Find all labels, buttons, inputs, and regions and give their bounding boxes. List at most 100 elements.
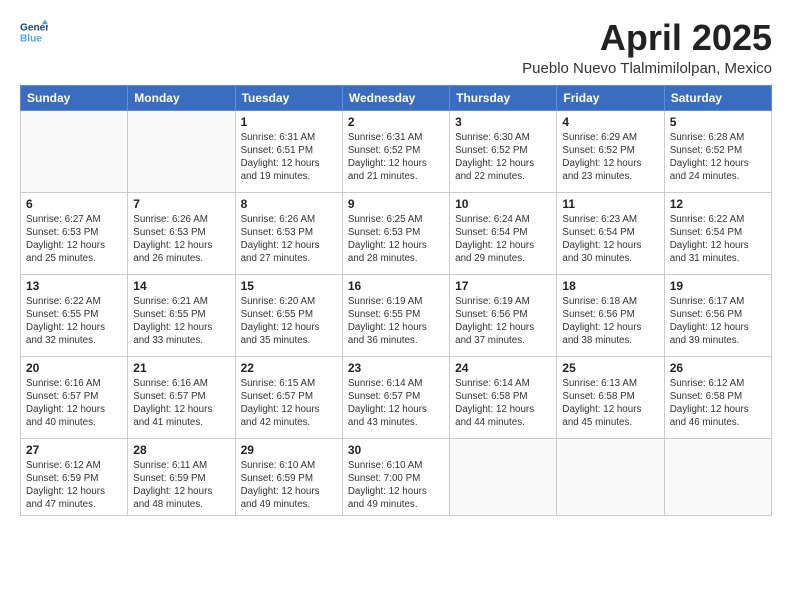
calendar-cell: 9 Sunrise: 6:25 AMSunset: 6:53 PMDaylight… — [342, 192, 449, 274]
day-number: 18 — [562, 279, 658, 293]
day-number: 19 — [670, 279, 766, 293]
day-number: 6 — [26, 197, 122, 211]
day-number: 8 — [241, 197, 337, 211]
weekday-header-wednesday: Wednesday — [342, 85, 449, 110]
day-number: 21 — [133, 361, 229, 375]
day-info: Sunrise: 6:26 AMSunset: 6:53 PMDaylight:… — [241, 213, 337, 266]
weekday-header-sunday: Sunday — [21, 85, 128, 110]
day-number: 3 — [455, 115, 551, 129]
day-number: 25 — [562, 361, 658, 375]
day-info: Sunrise: 6:11 AMSunset: 6:59 PMDaylight:… — [133, 459, 229, 512]
weekday-header-monday: Monday — [128, 85, 235, 110]
day-number: 10 — [455, 197, 551, 211]
week-row-3: 13 Sunrise: 6:22 AMSunset: 6:55 PMDayligh… — [21, 274, 772, 356]
day-number: 23 — [348, 361, 444, 375]
day-number: 24 — [455, 361, 551, 375]
calendar-cell: 11Sunrise: 6:23 AMSunset: 6:54 PMDayligh… — [557, 192, 664, 274]
day-number: 4 — [562, 115, 658, 129]
day-info: Sunrise: 6:30 AMSunset: 6:52 PMDaylight:… — [455, 131, 551, 184]
calendar-cell: 7 Sunrise: 6:26 AMSunset: 6:53 PMDaylight… — [128, 192, 235, 274]
day-info: Sunrise: 6:22 AMSunset: 6:54 PMDaylight:… — [670, 213, 766, 266]
calendar-cell: 26Sunrise: 6:12 AMSunset: 6:58 PMDayligh… — [664, 356, 771, 438]
svg-text:Blue: Blue — [20, 33, 42, 44]
day-info: Sunrise: 6:19 AMSunset: 6:56 PMDaylight:… — [455, 295, 551, 348]
day-number: 26 — [670, 361, 766, 375]
day-info: Sunrise: 6:12 AMSunset: 6:59 PMDaylight:… — [26, 459, 122, 512]
month-title: April 2025 — [522, 18, 772, 58]
day-number: 13 — [26, 279, 122, 293]
calendar-cell: 24 Sunrise: 6:14 AMSunset: 6:58 PMDayligh… — [450, 356, 557, 438]
calendar-table: SundayMondayTuesdayWednesdayThursdayFrid… — [20, 85, 772, 517]
day-info: Sunrise: 6:31 AMSunset: 6:51 PMDaylight:… — [241, 131, 337, 184]
calendar-cell: 18 Sunrise: 6:18 AMSunset: 6:56 PMDayligh… — [557, 274, 664, 356]
calendar-cell: 12 Sunrise: 6:22 AMSunset: 6:54 PMDayligh… — [664, 192, 771, 274]
day-number: 27 — [26, 443, 122, 457]
calendar-cell: 6Sunrise: 6:27 AMSunset: 6:53 PMDaylight… — [21, 192, 128, 274]
day-number: 2 — [348, 115, 444, 129]
day-number: 29 — [241, 443, 337, 457]
calendar-cell: 29 Sunrise: 6:10 AMSunset: 6:59 PMDayligh… — [235, 438, 342, 516]
day-info: Sunrise: 6:10 AMSunset: 6:59 PMDaylight:… — [241, 459, 337, 512]
day-number: 16 — [348, 279, 444, 293]
calendar-cell: 21 Sunrise: 6:16 AMSunset: 6:57 PMDayligh… — [128, 356, 235, 438]
day-info: Sunrise: 6:31 AMSunset: 6:52 PMDaylight:… — [348, 131, 444, 184]
day-number: 11 — [562, 197, 658, 211]
calendar-cell: 1Sunrise: 6:31 AMSunset: 6:51 PMDaylight… — [235, 110, 342, 192]
header: General Blue April 2025 Pueblo Nuevo Tla… — [20, 18, 772, 77]
day-info: Sunrise: 6:22 AMSunset: 6:55 PMDaylight:… — [26, 295, 122, 348]
day-number: 12 — [670, 197, 766, 211]
day-info: Sunrise: 6:26 AMSunset: 6:53 PMDaylight:… — [133, 213, 229, 266]
calendar-cell — [450, 438, 557, 516]
weekday-header-tuesday: Tuesday — [235, 85, 342, 110]
day-info: Sunrise: 6:21 AMSunset: 6:55 PMDaylight:… — [133, 295, 229, 348]
day-info: Sunrise: 6:25 AMSunset: 6:53 PMDaylight:… — [348, 213, 444, 266]
day-info: Sunrise: 6:14 AMSunset: 6:58 PMDaylight:… — [455, 377, 551, 430]
calendar-cell: 20Sunrise: 6:16 AMSunset: 6:57 PMDayligh… — [21, 356, 128, 438]
day-number: 7 — [133, 197, 229, 211]
calendar-cell — [664, 438, 771, 516]
calendar-cell: 5Sunrise: 6:28 AMSunset: 6:52 PMDaylight… — [664, 110, 771, 192]
calendar-cell: 23 Sunrise: 6:14 AMSunset: 6:57 PMDayligh… — [342, 356, 449, 438]
weekday-header-friday: Friday — [557, 85, 664, 110]
calendar-cell: 19Sunrise: 6:17 AMSunset: 6:56 PMDayligh… — [664, 274, 771, 356]
day-number: 5 — [670, 115, 766, 129]
day-info: Sunrise: 6:18 AMSunset: 6:56 PMDaylight:… — [562, 295, 658, 348]
day-info: Sunrise: 6:15 AMSunset: 6:57 PMDaylight:… — [241, 377, 337, 430]
day-number: 30 — [348, 443, 444, 457]
calendar-cell: 4 Sunrise: 6:29 AMSunset: 6:52 PMDaylight… — [557, 110, 664, 192]
calendar-cell: 15 Sunrise: 6:20 AMSunset: 6:55 PMDayligh… — [235, 274, 342, 356]
calendar-cell — [128, 110, 235, 192]
day-number: 28 — [133, 443, 229, 457]
day-number: 14 — [133, 279, 229, 293]
day-number: 15 — [241, 279, 337, 293]
weekday-header-saturday: Saturday — [664, 85, 771, 110]
week-row-4: 20Sunrise: 6:16 AMSunset: 6:57 PMDayligh… — [21, 356, 772, 438]
day-info: Sunrise: 6:10 AMSunset: 7:00 PMDaylight:… — [348, 459, 444, 512]
day-info: Sunrise: 6:14 AMSunset: 6:57 PMDaylight:… — [348, 377, 444, 430]
page: General Blue April 2025 Pueblo Nuevo Tla… — [0, 0, 792, 612]
calendar-cell: 3 Sunrise: 6:30 AMSunset: 6:52 PMDaylight… — [450, 110, 557, 192]
calendar-cell: 14 Sunrise: 6:21 AMSunset: 6:55 PMDayligh… — [128, 274, 235, 356]
logo-icon: General Blue — [20, 18, 48, 46]
weekday-header-thursday: Thursday — [450, 85, 557, 110]
calendar-cell: 8 Sunrise: 6:26 AMSunset: 6:53 PMDaylight… — [235, 192, 342, 274]
calendar-cell: 2 Sunrise: 6:31 AMSunset: 6:52 PMDaylight… — [342, 110, 449, 192]
calendar-cell: 28 Sunrise: 6:11 AMSunset: 6:59 PMDayligh… — [128, 438, 235, 516]
calendar-cell: 27 Sunrise: 6:12 AMSunset: 6:59 PMDayligh… — [21, 438, 128, 516]
day-info: Sunrise: 6:16 AMSunset: 6:57 PMDaylight:… — [26, 377, 122, 430]
calendar-cell: 17 Sunrise: 6:19 AMSunset: 6:56 PMDayligh… — [450, 274, 557, 356]
calendar-cell — [21, 110, 128, 192]
calendar-cell: 30 Sunrise: 6:10 AMSunset: 7:00 PMDayligh… — [342, 438, 449, 516]
day-info: Sunrise: 6:29 AMSunset: 6:52 PMDaylight:… — [562, 131, 658, 184]
calendar-cell: 25Sunrise: 6:13 AMSunset: 6:58 PMDayligh… — [557, 356, 664, 438]
day-number: 17 — [455, 279, 551, 293]
calendar-cell — [557, 438, 664, 516]
calendar-cell: 22Sunrise: 6:15 AMSunset: 6:57 PMDayligh… — [235, 356, 342, 438]
day-number: 9 — [348, 197, 444, 211]
day-info: Sunrise: 6:19 AMSunset: 6:55 PMDaylight:… — [348, 295, 444, 348]
location-subtitle: Pueblo Nuevo Tlalmimilolpan, Mexico — [522, 60, 772, 77]
week-row-1: 1Sunrise: 6:31 AMSunset: 6:51 PMDaylight… — [21, 110, 772, 192]
day-info: Sunrise: 6:16 AMSunset: 6:57 PMDaylight:… — [133, 377, 229, 430]
week-row-5: 27 Sunrise: 6:12 AMSunset: 6:59 PMDayligh… — [21, 438, 772, 516]
day-info: Sunrise: 6:20 AMSunset: 6:55 PMDaylight:… — [241, 295, 337, 348]
